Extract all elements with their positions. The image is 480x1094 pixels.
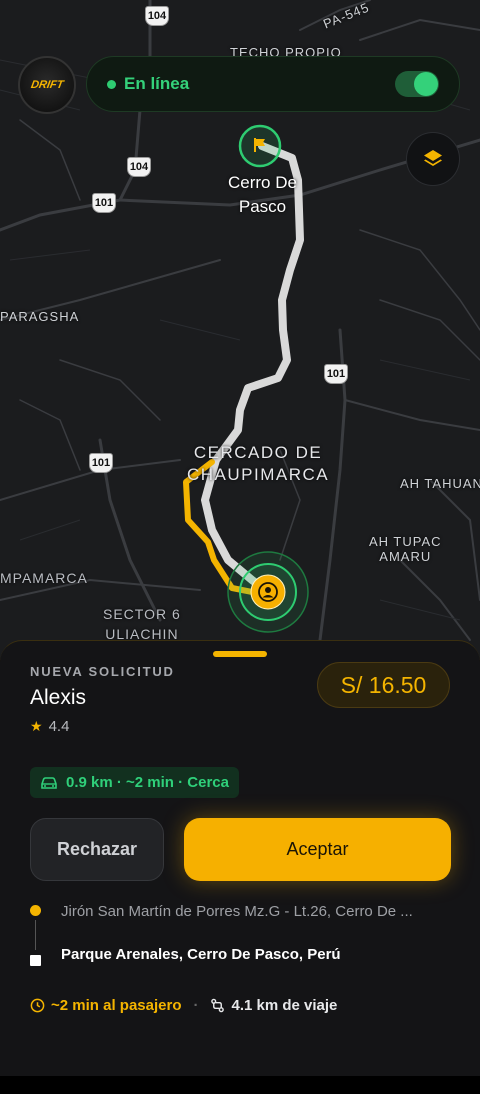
star-icon: ★ xyxy=(30,718,43,734)
pickup-dot-icon xyxy=(30,905,41,916)
meta-separator: · xyxy=(193,997,199,1014)
route-connector xyxy=(35,920,36,950)
road-shield-101: 101 xyxy=(324,364,348,384)
layers-icon xyxy=(424,150,442,166)
map-label-city: Cerro De Pasco xyxy=(228,173,297,216)
road-shield-101: 101 xyxy=(89,453,113,473)
trip-distance: 4.1 km de viaje xyxy=(231,997,338,1014)
map-label-chaupimarca: CERCADO DE CHAUPIMARCA xyxy=(187,443,330,484)
app-logo[interactable]: DRIFT xyxy=(18,56,76,114)
online-status-dot xyxy=(107,79,116,89)
clock-icon xyxy=(30,998,45,1013)
dropoff-square-icon xyxy=(30,955,41,966)
flag-icon xyxy=(254,138,265,152)
car-icon xyxy=(41,776,57,789)
logo-text: DRIFT xyxy=(29,79,65,91)
accept-button[interactable]: Aceptar xyxy=(184,818,451,881)
toggle-knob xyxy=(414,72,438,96)
ride-request-sheet: NUEVA SOLICITUD Alexis ★ 4.4 S/ 16.50 0.… xyxy=(0,640,480,1076)
rating-value: 4.4 xyxy=(48,718,70,735)
road-shield-104: 104 xyxy=(127,157,151,177)
dropoff-address: Parque Arenales, Cerro De Pasco, Perú xyxy=(61,946,341,963)
request-label: NUEVA SOLICITUD xyxy=(30,664,175,679)
map-label-ah-tupac: AH TUPAC AMARU xyxy=(369,534,442,564)
distance-chip-text: 0.9 km · ~2 min · Cerca xyxy=(66,774,229,791)
system-nav-bar xyxy=(0,1076,480,1094)
fare-badge: S/ 16.50 xyxy=(317,662,450,708)
online-status-text: En línea xyxy=(124,74,190,93)
map-label-sector6: SECTOR 6 ULIACHIN xyxy=(103,606,181,642)
map-layers-button[interactable] xyxy=(406,132,460,186)
road-shield-104: 104 xyxy=(145,6,169,26)
online-status-bar: En línea xyxy=(86,56,460,112)
trip-meta: ~2 min al pasajero · 4.1 km de viaje xyxy=(30,997,337,1014)
user-icon xyxy=(258,582,278,602)
online-toggle[interactable] xyxy=(395,71,439,97)
road-shield-101: 101 xyxy=(92,193,116,213)
route-icon xyxy=(211,998,225,1013)
passenger-name: Alexis xyxy=(30,686,87,709)
sheet-handle[interactable] xyxy=(213,651,267,657)
eta-text: ~2 min al pasajero xyxy=(51,997,182,1014)
map-label-pampamarca: MPAMARCA xyxy=(0,570,88,586)
reject-button[interactable]: Rechazar xyxy=(30,818,164,881)
passenger-rating: ★ 4.4 xyxy=(30,718,69,735)
map-label-paragsha: PARAGSHA xyxy=(0,309,80,324)
pickup-address: Jirón San Martín de Porres Mz.G - Lt.26,… xyxy=(61,903,413,920)
distance-chip: 0.9 km · ~2 min · Cerca xyxy=(30,767,239,798)
map-label-ah-tahuan: AH TAHUAN xyxy=(400,476,480,491)
